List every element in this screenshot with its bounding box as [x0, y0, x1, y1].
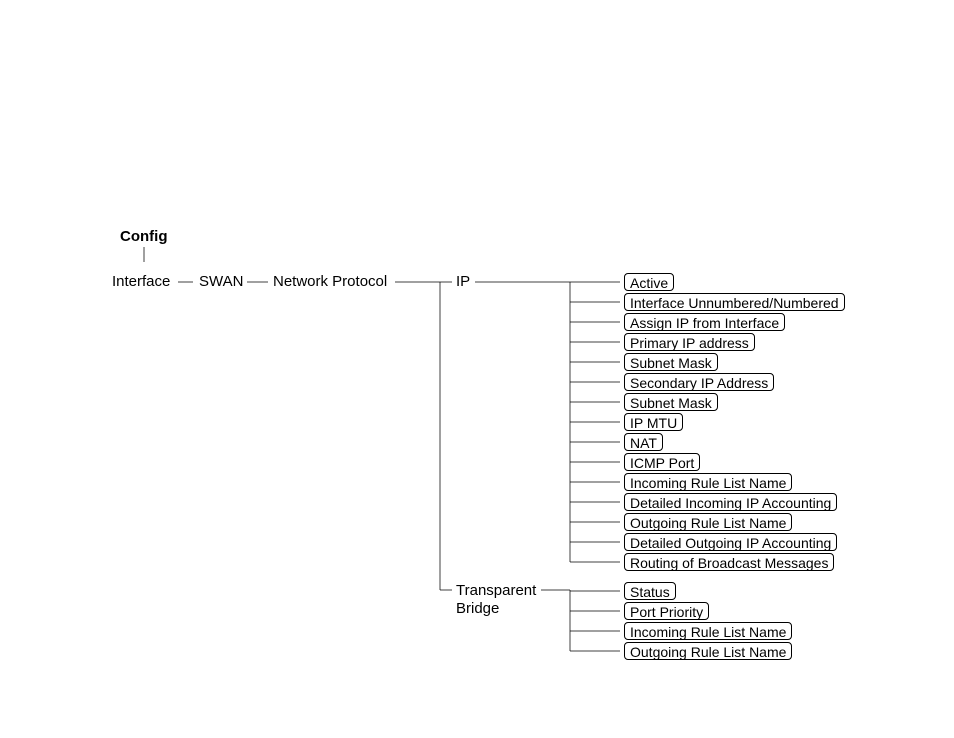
node-config: Config — [120, 228, 167, 245]
leaf-ip-incoming-rule: Incoming Rule List Name — [624, 473, 792, 491]
leaf-bridge-status: Status — [624, 582, 676, 600]
leaf-ip-subnet-mask-2: Subnet Mask — [624, 393, 718, 411]
leaf-ip-outgoing-rule: Outgoing Rule List Name — [624, 513, 792, 531]
node-interface: Interface — [112, 273, 170, 290]
node-transparent-bridge-l2: Bridge — [456, 600, 499, 617]
leaf-ip-detailed-incoming: Detailed Incoming IP Accounting — [624, 493, 837, 511]
leaf-ip-mtu: IP MTU — [624, 413, 683, 431]
leaf-bridge-outgoing-rule: Outgoing Rule List Name — [624, 642, 792, 660]
leaf-ip-icmp-port: ICMP Port — [624, 453, 700, 471]
leaf-bridge-port-priority: Port Priority — [624, 602, 709, 620]
leaf-ip-secondary-ip: Secondary IP Address — [624, 373, 774, 391]
node-swan: SWAN — [199, 273, 243, 290]
leaf-ip-nat: NAT — [624, 433, 663, 451]
node-transparent-bridge-l1: Transparent — [456, 582, 536, 599]
leaf-bridge-incoming-rule: Incoming Rule List Name — [624, 622, 792, 640]
leaf-ip-assign-ip: Assign IP from Interface — [624, 313, 785, 331]
node-network-protocol: Network Protocol — [273, 273, 387, 290]
leaf-ip-subnet-mask-1: Subnet Mask — [624, 353, 718, 371]
connector-lines — [0, 0, 954, 738]
leaf-ip-active: Active — [624, 273, 674, 291]
leaf-ip-interface-unnumbered: Interface Unnumbered/Numbered — [624, 293, 845, 311]
leaf-ip-broadcast-routing: Routing of Broadcast Messages — [624, 553, 834, 571]
node-ip: IP — [456, 273, 470, 290]
leaf-ip-detailed-outgoing: Detailed Outgoing IP Accounting — [624, 533, 837, 551]
leaf-ip-primary-ip: Primary IP address — [624, 333, 755, 351]
